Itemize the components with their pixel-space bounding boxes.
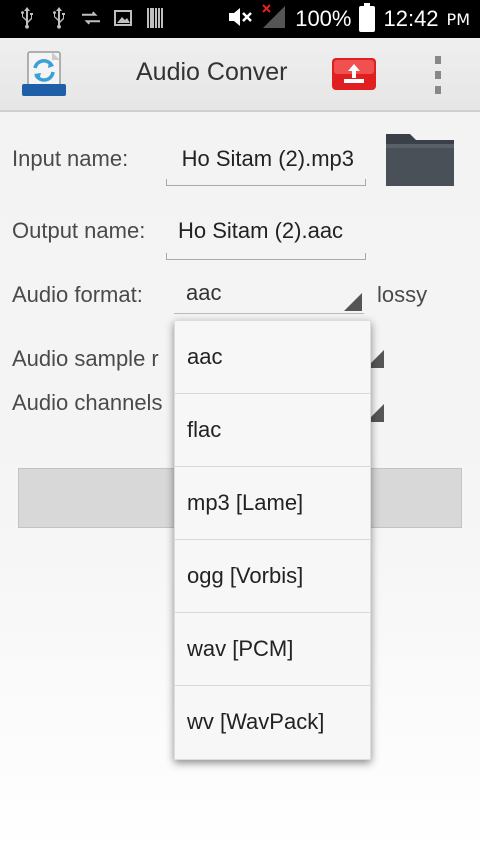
input-name-label: Input name: (12, 146, 129, 171)
folder-icon (386, 134, 454, 186)
export-button[interactable] (332, 56, 376, 92)
input-name-value: Ho Sitam (2).mp3 (181, 146, 354, 171)
dropdown-option-wv[interactable]: wv [WavPack] (175, 686, 370, 758)
input-name-field[interactable]: Ho Sitam (2).mp3 (166, 140, 366, 186)
overflow-dot-icon (435, 86, 441, 94)
data-transfer-icon (82, 6, 100, 30)
audio-sample-rate-label: Audio sample r (12, 346, 159, 371)
audio-channels-label: Audio channels (12, 390, 163, 415)
export-icon (332, 58, 376, 90)
battery-icon (359, 3, 376, 32)
clock: 12:42 (383, 6, 439, 31)
audio-format-dropdown: aac flac mp3 [Lame] ogg [Vorbis] wav [PC… (174, 320, 371, 760)
audio-format-spinner[interactable]: aac (174, 280, 364, 314)
dropdown-option-mp3[interactable]: mp3 [Lame] (175, 467, 370, 540)
format-quality-note: lossy (377, 282, 428, 307)
overflow-dot-icon (435, 71, 441, 79)
barcode-icon (146, 6, 164, 30)
clock-ampm: PM (446, 9, 470, 29)
audio-format-label: Audio format: (12, 282, 143, 307)
output-name-field[interactable]: Ho Sitam (2).aac (166, 212, 366, 260)
overflow-menu-button[interactable] (424, 56, 452, 94)
mute-icon (227, 6, 253, 32)
signal-icon (261, 4, 287, 34)
audio-format-value: aac (186, 280, 222, 305)
action-bar: Audio Conver (0, 38, 480, 112)
notification-icons (18, 6, 164, 30)
app-logo-icon[interactable] (22, 50, 66, 98)
status-bar: 100% 12:42 PM (0, 0, 480, 38)
dropdown-option-aac[interactable]: aac (175, 321, 370, 394)
battery-percent: 100% (295, 6, 352, 31)
output-name-label: Output name: (12, 218, 146, 243)
dropdown-option-wav[interactable]: wav [PCM] (175, 613, 370, 686)
system-icons: 100% 12:42 PM (227, 3, 470, 34)
overflow-dot-icon (435, 56, 441, 64)
spinner-arrow-icon (344, 293, 362, 311)
app-title: Audio Conver (136, 58, 288, 86)
usb-debug-icon (50, 6, 68, 30)
dropdown-option-flac[interactable]: flac (175, 394, 370, 467)
browse-folder-button[interactable] (384, 130, 456, 188)
usb-icon (18, 6, 36, 30)
dropdown-option-ogg[interactable]: ogg [Vorbis] (175, 540, 370, 613)
image-icon (114, 6, 132, 30)
